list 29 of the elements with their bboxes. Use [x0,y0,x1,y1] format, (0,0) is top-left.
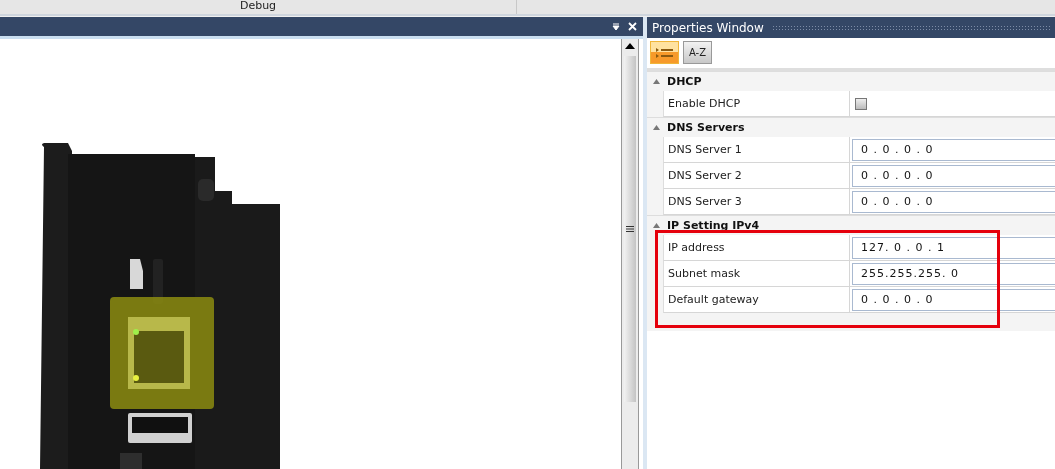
property-label: DNS Server 1 [668,143,742,156]
property-label: Default gateway [668,293,759,306]
close-icon[interactable] [628,22,637,31]
grip-icon [626,226,634,232]
ip-field[interactable]: 255.255.255. 0 [852,262,1055,285]
ip-field[interactable]: 0 . 0 . 0 . 0 [852,190,1055,213]
dropdown-icon[interactable] [612,22,620,31]
collapse-icon[interactable] [653,79,660,84]
collapse-icon[interactable] [653,125,660,130]
ip-field[interactable]: 0 . 0 . 0 . 0 [852,164,1055,187]
list-icon [655,47,674,58]
category-label: IP Setting IPv4 [667,219,760,232]
property-label: DNS Server 3 [668,195,742,208]
scrollbar-thumb[interactable] [624,56,636,402]
window-title: Properties Window [652,20,764,35]
property-label: IP address [668,241,725,254]
ip-field[interactable]: 0 . 0 . 0 . 0 [852,138,1055,161]
property-label: Enable DHCP [668,97,741,110]
ip-field[interactable]: 127. 0 . 0 . 1 [852,236,1055,259]
sort-button[interactable]: A-Z [683,41,712,64]
category-label: DHCP [667,75,702,88]
category-label: DNS Servers [667,121,745,134]
property-label: DNS Server 2 [668,169,742,182]
categorized-button[interactable] [650,41,679,64]
checkbox[interactable] [855,97,867,110]
property-label: Subnet mask [668,267,741,280]
scroll-up-icon[interactable] [625,43,635,49]
collapse-icon[interactable] [653,223,660,228]
ip-field[interactable]: 0 . 0 . 0 . 0 [852,288,1055,311]
